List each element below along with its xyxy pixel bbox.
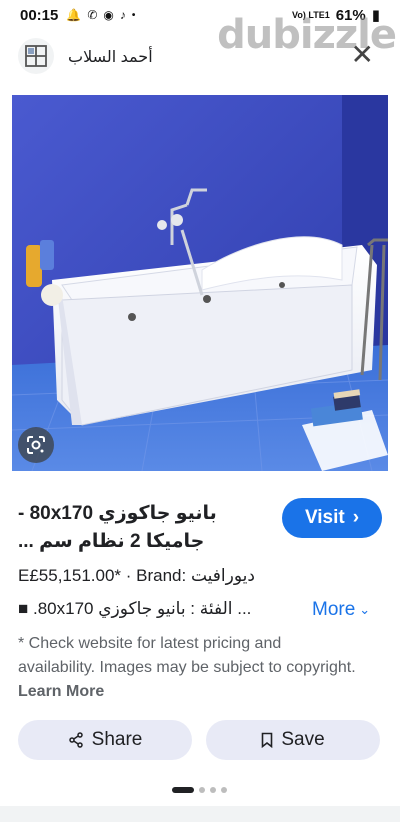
pagination-dot[interactable] [210, 787, 216, 793]
share-icon [68, 732, 83, 748]
more-button-label: More [312, 599, 356, 620]
share-button-label: Share [91, 729, 143, 750]
pagination-dot[interactable] [199, 787, 205, 793]
result-header: أحمد السلاب ✕ [0, 36, 400, 78]
bell-icon: 🔔 [66, 8, 82, 22]
carousel-pagination [172, 787, 227, 793]
site-logo-icon[interactable] [18, 38, 54, 74]
site-name[interactable]: أحمد السلاب [68, 47, 153, 67]
learn-more-link[interactable]: Learn More [18, 683, 104, 700]
notification-icons: 🔔 ✆ ◉ ♪ • [66, 8, 135, 22]
pagination-dot-active[interactable] [172, 787, 194, 793]
close-icon[interactable]: ✕ [351, 40, 374, 70]
messenger-icon: ◉ [103, 8, 114, 22]
status-time: 00:15 [20, 6, 59, 24]
chevron-down-icon: ⌄ [359, 602, 371, 617]
chevron-right-icon: › [352, 507, 360, 528]
disclaimer: * Check website for latest pricing and a… [18, 632, 358, 704]
product-title[interactable]: بانيو جاكوزي 80x170 - جاميكا 2 نظام سم .… [18, 500, 268, 556]
tiktok-icon: ♪ [119, 8, 126, 22]
action-buttons: Share Save [18, 720, 380, 760]
save-button-label: Save [281, 729, 325, 750]
more-notifications-icon: • [131, 9, 136, 21]
phone-icon: ✆ [87, 8, 98, 22]
bookmark-icon [262, 732, 273, 748]
product-description: ... الفئة : بانيو جاكوزي 80x170. ■ [18, 599, 298, 619]
google-lens-icon[interactable] [18, 427, 54, 463]
gesture-nav-bar [0, 806, 400, 822]
more-button[interactable]: More ⌄ [312, 599, 370, 621]
description-text: ... الفئة : بانيو جاكوزي 80x170. ■ [18, 599, 252, 618]
share-button[interactable]: Share [18, 720, 192, 760]
save-button[interactable]: Save [206, 720, 380, 760]
disclaimer-text: * Check website for latest pricing and a… [18, 635, 356, 676]
visit-button[interactable]: Visit › [282, 498, 382, 538]
pagination-dot[interactable] [221, 787, 227, 793]
product-image[interactable] [12, 95, 388, 471]
price-brand-line: E£55,151.00* · Brand: ديورافيت [18, 566, 255, 585]
visit-button-label: Visit [304, 507, 345, 528]
